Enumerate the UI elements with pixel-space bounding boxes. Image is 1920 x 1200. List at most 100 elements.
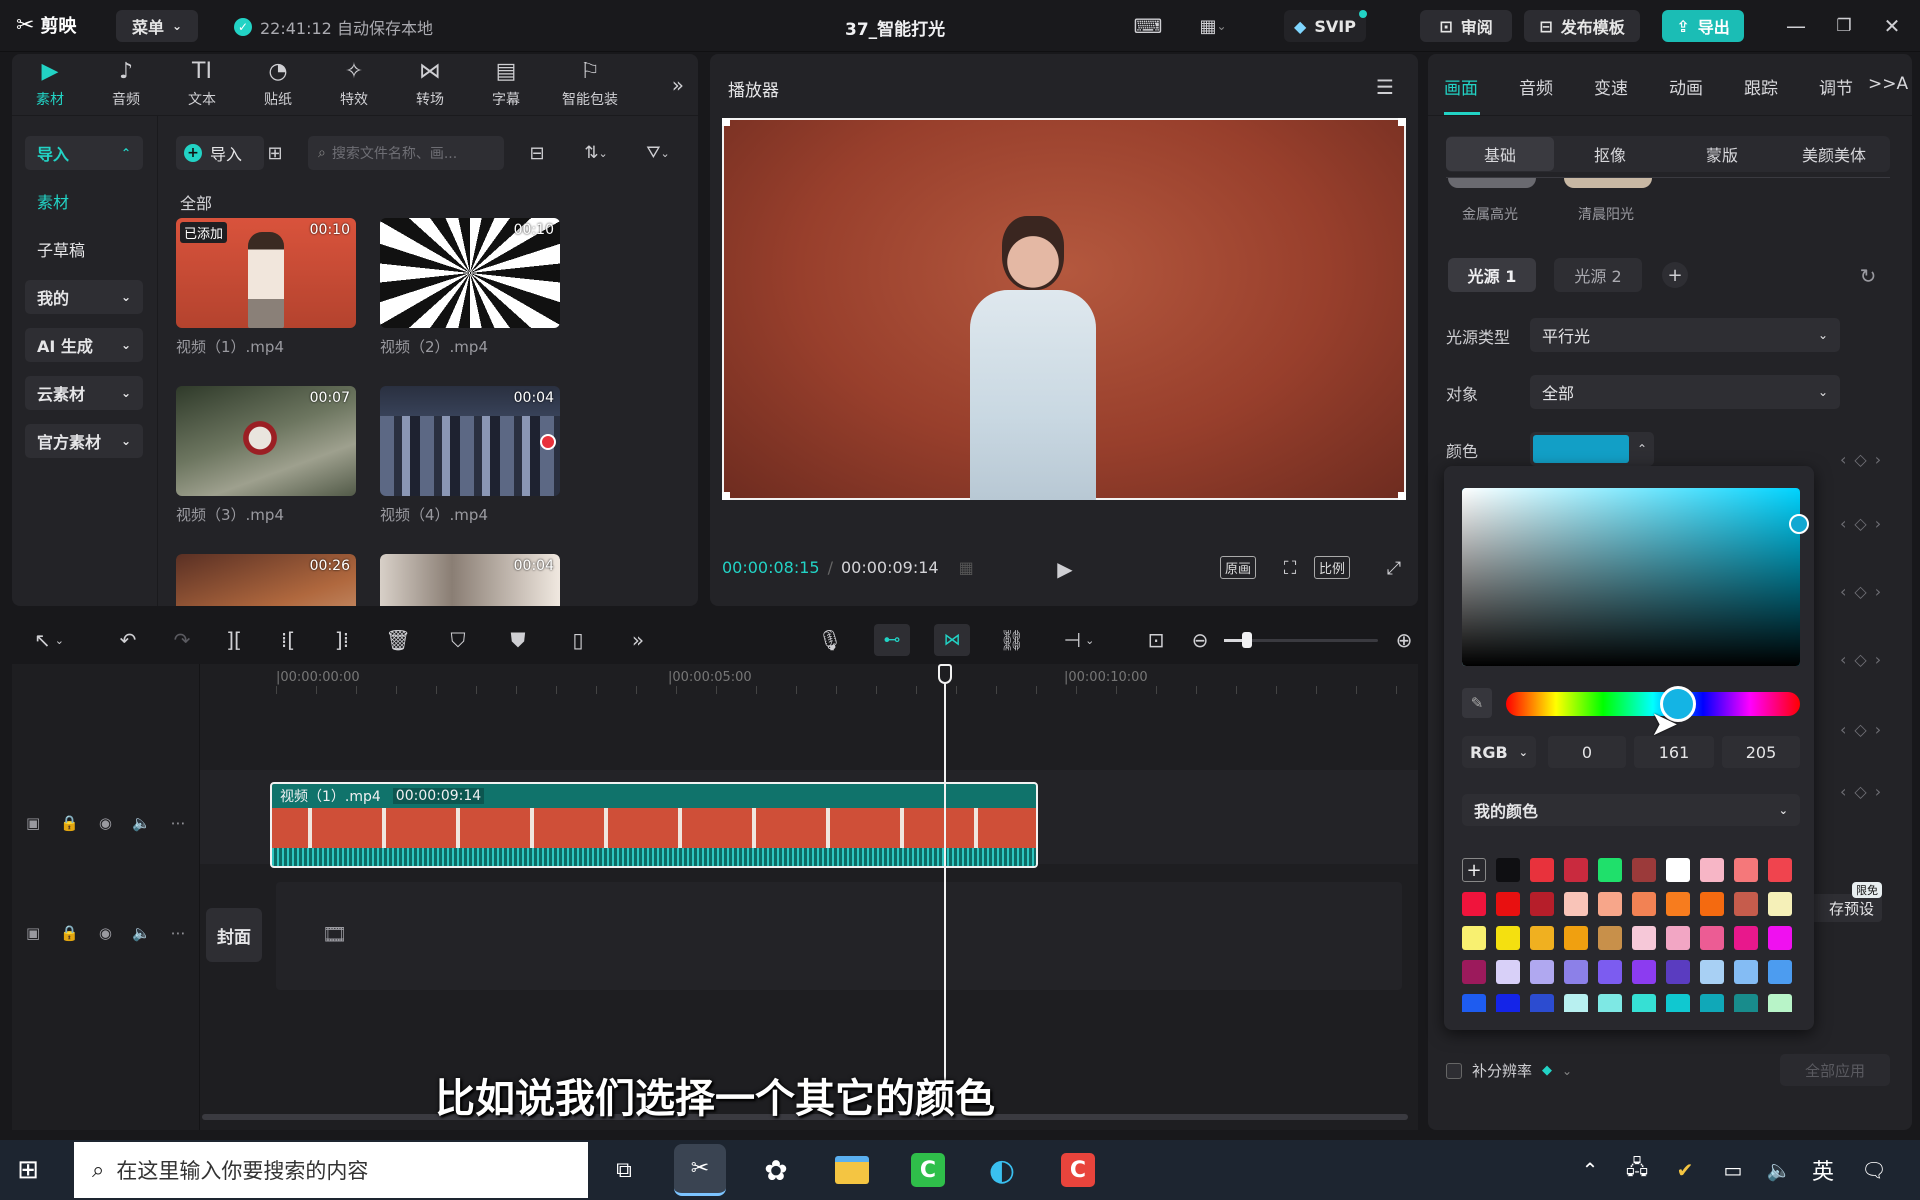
color-swatch[interactable] bbox=[1700, 960, 1724, 984]
tab-animation[interactable]: 动画 bbox=[1669, 74, 1703, 99]
zoom-slider[interactable] bbox=[1224, 632, 1378, 648]
tab-captions[interactable]: ▤ 字幕 bbox=[468, 54, 544, 116]
crop-handle[interactable] bbox=[1398, 492, 1406, 500]
preset-metal-highlight[interactable]: 金属高光 bbox=[1462, 204, 1518, 224]
sidebar-item-official[interactable]: 官方素材 ⌄ bbox=[25, 424, 143, 458]
volume-icon[interactable]: 🔈 bbox=[132, 924, 151, 942]
subtab-basic[interactable]: 基础 bbox=[1446, 137, 1554, 171]
sidebar-item-sub-draft[interactable]: 子草稿 bbox=[25, 232, 143, 266]
marker-add-icon[interactable]: ⛉ bbox=[446, 628, 470, 652]
subtab-cutout[interactable]: 抠像 bbox=[1554, 137, 1666, 171]
tab-audio[interactable]: ♪ 音频 bbox=[88, 54, 164, 116]
ratio-button[interactable]: 比例 bbox=[1314, 556, 1351, 579]
tab-speed[interactable]: 变速 bbox=[1594, 74, 1628, 99]
my-colors-select[interactable]: 我的颜色 ⌄ bbox=[1462, 794, 1800, 826]
sidebar-item-cloud[interactable]: 云素材 ⌄ bbox=[25, 376, 143, 410]
tab-sticker[interactable]: ◔ 贴纸 bbox=[240, 54, 316, 116]
minimize-icon[interactable]: — bbox=[1784, 14, 1808, 38]
tab-canvas[interactable]: 画面 bbox=[1444, 74, 1478, 99]
color-swatch[interactable] bbox=[1462, 926, 1486, 950]
color-swatch[interactable] bbox=[1768, 960, 1792, 984]
color-swatch[interactable] bbox=[1598, 858, 1622, 882]
color-swatch[interactable] bbox=[1632, 994, 1656, 1012]
timeline-preview-icon[interactable]: ⊡ bbox=[1142, 628, 1170, 652]
layout-icon[interactable]: ▦ ⌄ bbox=[1190, 14, 1236, 38]
color-swatch[interactable] bbox=[1768, 892, 1792, 916]
windows-start-icon[interactable]: ⊞ bbox=[10, 1152, 46, 1188]
input-method-indicator[interactable]: 英 bbox=[1812, 1154, 1834, 1186]
playhead-handle[interactable] bbox=[938, 664, 952, 684]
target-select[interactable]: 全部 ⌄ bbox=[1530, 375, 1840, 409]
speaker-icon[interactable]: 🔈 bbox=[1766, 1158, 1792, 1182]
export-button[interactable]: ⇪ 导出 bbox=[1662, 10, 1744, 42]
light-source-1-tab[interactable]: 光源 1 bbox=[1448, 258, 1536, 292]
color-swatch[interactable] bbox=[1700, 858, 1724, 882]
freeze-frame-icon[interactable]: ▯ bbox=[566, 628, 590, 652]
split-icon[interactable]: ][ bbox=[222, 628, 246, 652]
menu-button[interactable]: 菜单 ⌄ bbox=[116, 10, 198, 42]
color-swatch[interactable] bbox=[1564, 892, 1588, 916]
crop-handle[interactable] bbox=[722, 118, 730, 126]
media-item[interactable]: 00:26 bbox=[176, 554, 356, 606]
color-swatch[interactable] bbox=[1564, 858, 1588, 882]
playhead[interactable] bbox=[944, 664, 946, 1084]
color-swatch[interactable] bbox=[1530, 892, 1554, 916]
preset-thumbnail[interactable] bbox=[1564, 178, 1652, 188]
color-swatch[interactable] bbox=[1734, 994, 1758, 1012]
add-light-icon[interactable]: + bbox=[1662, 262, 1688, 288]
color-swatch[interactable] bbox=[1734, 892, 1758, 916]
shortcut-keyboard-icon[interactable]: ⌨ bbox=[1134, 14, 1163, 38]
preset-morning-sun[interactable]: 清晨阳光 bbox=[1578, 204, 1634, 224]
sidebar-item-mine[interactable]: 我的 ⌄ bbox=[25, 280, 143, 314]
tray-expand-icon[interactable]: ⌃ bbox=[1578, 1158, 1602, 1182]
color-swatch[interactable] bbox=[1564, 926, 1588, 950]
color-swatch[interactable] bbox=[1734, 926, 1758, 950]
redo-icon[interactable]: ↷ bbox=[170, 628, 194, 652]
color-swatch[interactable] bbox=[1564, 960, 1588, 984]
original-quality-button[interactable]: 原画 bbox=[1220, 556, 1257, 579]
keyframe-diamond-icon[interactable]: ‹◇› bbox=[1840, 720, 1889, 739]
reset-icon[interactable]: ↻ bbox=[1856, 264, 1880, 288]
volume-icon[interactable]: 🔈 bbox=[132, 814, 151, 832]
crop-handle[interactable] bbox=[1398, 118, 1406, 126]
media-item[interactable]: 00:04 视频（4）.mp4 bbox=[380, 386, 560, 525]
tab-text[interactable]: TI 文本 bbox=[164, 54, 240, 116]
grid-view-icon[interactable]: ⊟ bbox=[524, 140, 550, 166]
player-menu-icon[interactable]: ☰ bbox=[1370, 72, 1400, 102]
color-swatch[interactable] bbox=[1462, 960, 1486, 984]
color-swatch[interactable] bbox=[1700, 926, 1724, 950]
capcut-taskbar-icon[interactable]: ✂ bbox=[674, 1144, 726, 1196]
keyframe-diamond-icon[interactable]: ‹◇› bbox=[1840, 514, 1889, 533]
filter-icon[interactable]: ⛛ ⌄ bbox=[638, 140, 678, 166]
lock-icon[interactable]: 🔒 bbox=[60, 924, 79, 942]
tab-transition[interactable]: ⋈ 转场 bbox=[392, 54, 468, 116]
color-swatch[interactable] bbox=[1632, 858, 1656, 882]
color-swatch[interactable] bbox=[1734, 858, 1758, 882]
review-button[interactable]: ⊡ 审阅 bbox=[1420, 10, 1512, 42]
blue-value-input[interactable]: 205 bbox=[1722, 736, 1800, 768]
trim-right-icon[interactable]: ]⁞ bbox=[330, 628, 354, 652]
eyedropper-icon[interactable]: ✎ bbox=[1462, 688, 1492, 718]
trim-left-icon[interactable]: ⁞[ bbox=[276, 628, 300, 652]
zoom-slider-handle[interactable] bbox=[1242, 632, 1252, 648]
color-swatch[interactable] bbox=[1530, 994, 1554, 1012]
preview-axis-icon[interactable]: ⊣ ⌄ bbox=[1056, 628, 1102, 652]
play-icon[interactable]: ▶ bbox=[1050, 554, 1080, 584]
tab-effects[interactable]: ✧ 特效 bbox=[316, 54, 392, 116]
tab-audio-props[interactable]: 音频 bbox=[1519, 74, 1553, 99]
color-swatch[interactable] bbox=[1496, 960, 1520, 984]
color-mode-select[interactable]: RGB ⌄ bbox=[1462, 736, 1536, 768]
video-clip[interactable]: 视频（1）.mp4 00:00:09:14 bbox=[270, 782, 1038, 868]
delete-icon[interactable]: 🗑 bbox=[385, 628, 410, 652]
color-swatch[interactable] bbox=[1564, 994, 1588, 1012]
camtasia-red-icon[interactable]: C bbox=[1052, 1144, 1104, 1196]
color-swatch[interactable] bbox=[1632, 960, 1656, 984]
close-icon[interactable]: ✕ bbox=[1880, 14, 1904, 38]
color-swatch[interactable] bbox=[1768, 994, 1792, 1012]
camtasia-green-icon[interactable]: C bbox=[902, 1144, 954, 1196]
marker-icon[interactable]: ⛊ bbox=[506, 628, 530, 652]
color-swatch[interactable] bbox=[1530, 858, 1554, 882]
tab-adjust[interactable]: 调节 bbox=[1819, 74, 1853, 99]
color-swatch[interactable] bbox=[1632, 892, 1656, 916]
green-value-input[interactable]: 161 bbox=[1634, 736, 1714, 768]
